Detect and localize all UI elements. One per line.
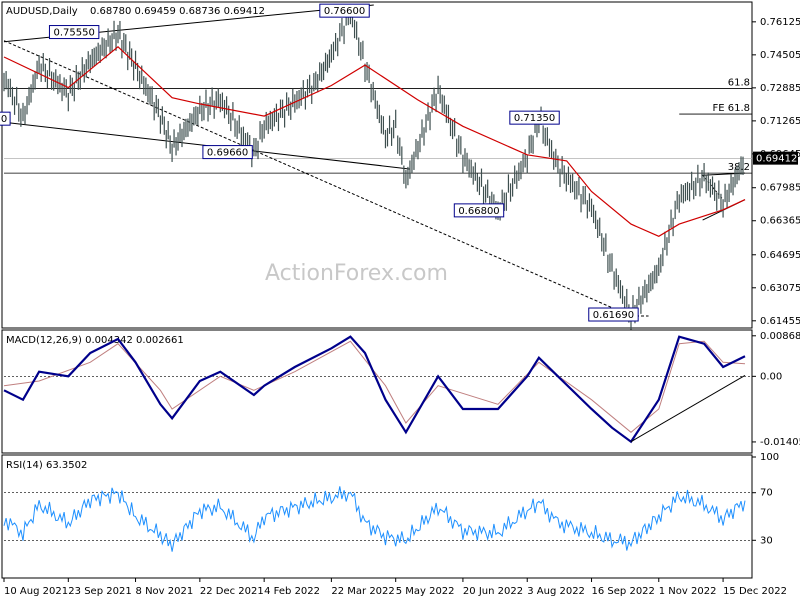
price-annotation-3: 0.71350 (514, 113, 555, 124)
x-tick-label: 10 Aug 2021 (4, 586, 68, 597)
price-ytick-label: 0.64695 (760, 250, 800, 261)
price-annotation-6: 0 (1, 114, 7, 125)
instrument-label: AUDUSD,Daily (6, 6, 78, 17)
x-tick-label: 8 Nov 2021 (136, 586, 194, 597)
price-annotation-1: 0.76600 (324, 6, 365, 17)
price-ytick-label: 0.71265 (760, 116, 800, 127)
x-tick-label: 16 Sep 2022 (592, 586, 655, 597)
watermark: ActionForex.com (265, 261, 448, 286)
price-annotation-0: 0.75550 (53, 28, 94, 39)
macd-label: MACD(12,26,9) 0.004342 0.002661 (6, 335, 184, 346)
level-label-0: 61.8 (728, 78, 750, 89)
price-annotation-2: 0.69660 (207, 148, 248, 159)
price-ytick-label: 0.66365 (760, 216, 800, 227)
rsi-ytick-label: 30 (760, 535, 773, 546)
price-ytick-label: 0.72885 (760, 83, 800, 94)
macd-ytick-label: 0.008687 (760, 331, 800, 342)
chart-background (0, 0, 800, 600)
price-ytick-label: 0.76125 (760, 17, 800, 28)
ohlc-header: 0.68780 0.69459 0.68736 0.69412 (90, 6, 265, 17)
x-tick-label: 4 Feb 2022 (264, 586, 320, 597)
price-ytick-label: 0.67985 (760, 183, 800, 194)
audusd-daily-chart: AUDUSD,Daily 0.68780 0.69459 0.68736 0.6… (0, 0, 800, 600)
chart-window: AUDUSD,Daily 0.68780 0.69459 0.68736 0.6… (0, 0, 800, 600)
last-price-tag: 0.69412 (756, 154, 797, 165)
price-ytick-label: 0.63075 (760, 283, 800, 294)
price-ytick-label: 0.74505 (760, 50, 800, 61)
level-label-1: FE 61.8 (712, 103, 750, 114)
price-annotation-5: 0.61690 (593, 310, 634, 321)
rsi-label: RSI(14) 63.3502 (6, 460, 87, 471)
x-tick-label: 15 Dec 2022 (723, 586, 787, 597)
x-tick-label: 22 Mar 2022 (331, 586, 394, 597)
macd-ytick-label: 0.00 (760, 371, 782, 382)
macd-ytick-label: -0.014056 (760, 437, 800, 448)
x-tick-label: 3 Aug 2022 (527, 586, 585, 597)
x-tick-label: 5 May 2022 (396, 586, 455, 597)
price-annotation-4: 0.66800 (458, 206, 499, 217)
x-tick-label: 22 Dec 2021 (200, 586, 264, 597)
price-ytick-label: 0.61455 (760, 316, 800, 327)
rsi-ytick-label: 70 (760, 488, 773, 499)
rsi-ytick-label: 100 (760, 452, 779, 463)
x-tick-label: 23 Sep 2021 (68, 586, 131, 597)
x-tick-label: 1 Nov 2022 (659, 586, 717, 597)
x-tick-label: 20 Jun 2022 (463, 586, 523, 597)
